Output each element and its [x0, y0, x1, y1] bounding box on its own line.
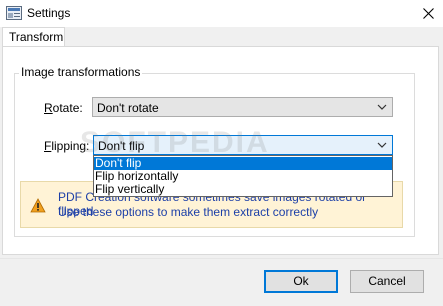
window-title: Settings [27, 6, 71, 20]
cancel-button[interactable]: Cancel [350, 270, 424, 293]
footer-separator [0, 258, 443, 259]
title-bar[interactable]: Settings [0, 0, 443, 27]
rotate-label: Rotate: [44, 101, 83, 115]
rotate-label-mnemonic: R [44, 101, 53, 115]
rotate-select-value: Don't rotate [97, 101, 159, 115]
settings-app-icon [6, 6, 22, 20]
settings-window: Settings Transform Image transformations… [0, 0, 443, 306]
tab-strip: Transform [0, 27, 443, 48]
flipping-dropdown-list: Don't flip Flip horizontally Flip vertic… [93, 155, 393, 197]
tab-transform-label: Transform [9, 30, 64, 44]
rotate-label-rest: otate: [52, 101, 83, 115]
flipping-label-rest: lipping: [51, 139, 90, 153]
group-legend: Image transformations [19, 65, 143, 79]
flipping-label: Flipping: [44, 139, 89, 153]
rotate-select[interactable]: Don't rotate [92, 97, 393, 117]
flipping-option-vertical[interactable]: Flip vertically [94, 183, 392, 196]
chevron-down-icon [377, 104, 387, 110]
close-button[interactable] [413, 0, 443, 27]
flipping-select-value: Don't flip [98, 139, 145, 153]
tab-transform[interactable]: Transform [2, 27, 65, 47]
warning-text-line2: Use these options to make them extract c… [58, 205, 319, 219]
warning-icon [30, 198, 46, 213]
close-icon [422, 8, 434, 19]
chevron-down-icon [377, 142, 387, 148]
flipping-select[interactable]: Don't flip [93, 135, 393, 155]
ok-button[interactable]: Ok [264, 270, 338, 293]
